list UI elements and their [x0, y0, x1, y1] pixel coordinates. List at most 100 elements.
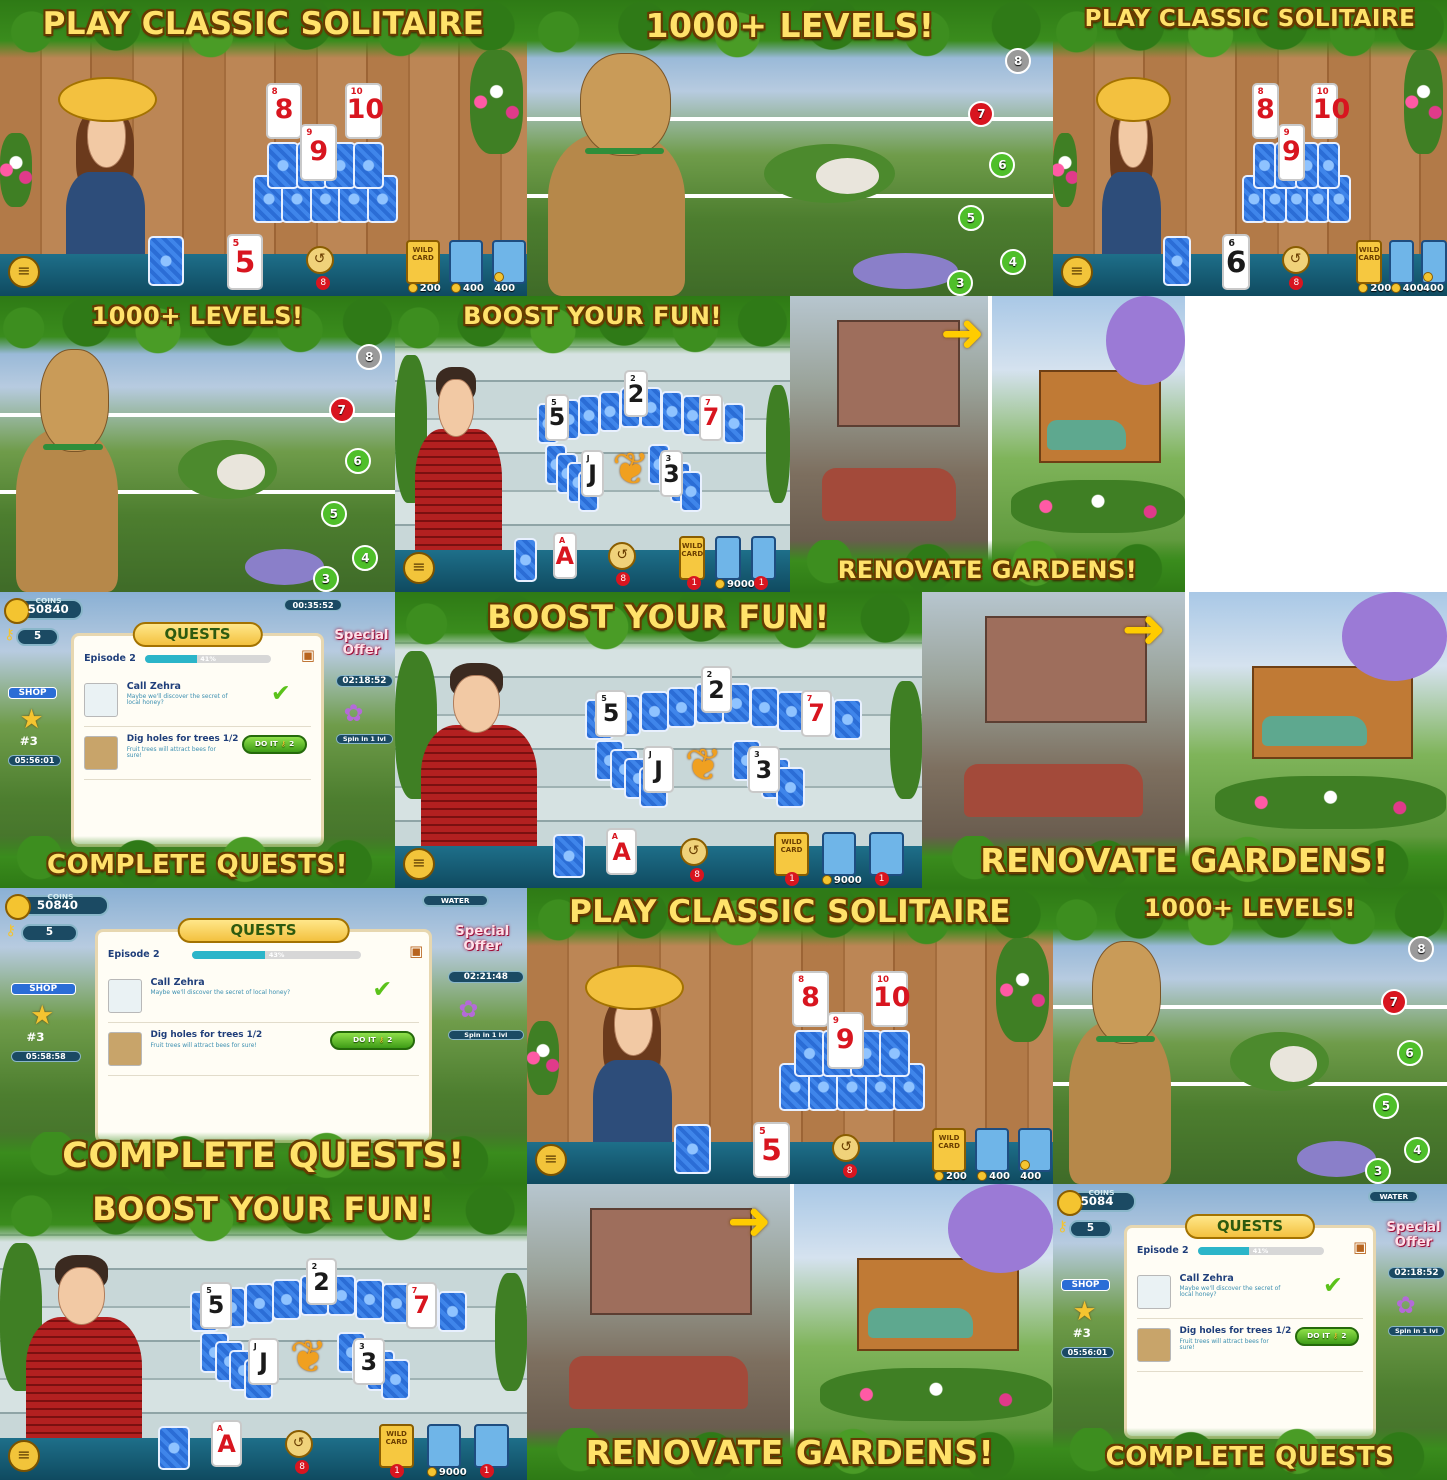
tool-booster[interactable] — [869, 831, 904, 876]
card-8-diamonds: 88 — [792, 970, 829, 1028]
banner-title: RENOVATE GARDENS! — [837, 556, 1138, 584]
arc-card: 22 — [305, 1258, 338, 1306]
level-node[interactable]: 7 — [328, 397, 355, 424]
menu-button[interactable]: ≡ — [403, 848, 435, 880]
level-node[interactable]: 5 — [957, 205, 984, 232]
card-8-diamonds: 88 — [1251, 82, 1280, 140]
level-node[interactable]: 6 — [1396, 1039, 1423, 1066]
tool-booster[interactable] — [714, 535, 741, 580]
wild-card-booster[interactable]: WILD CARD — [774, 831, 809, 876]
price-value: 200 — [419, 283, 441, 294]
banner-title: RENOVATE GARDENS! — [980, 841, 1389, 880]
draw-pile-card[interactable]: AA — [210, 1420, 243, 1468]
chest-icon: ▣ — [409, 943, 424, 961]
shovel-icon — [107, 1032, 142, 1067]
booster-count-badge: 1 — [479, 1464, 494, 1478]
do-it-label: DO IT — [352, 1035, 376, 1045]
tool-booster[interactable] — [821, 831, 857, 876]
sun-hat — [57, 76, 157, 123]
draw-pile-card[interactable]: 66 — [1222, 234, 1250, 291]
shovel-booster[interactable] — [449, 239, 484, 284]
quests-title: QUESTS — [132, 621, 263, 647]
quest-description: Maybe we'll discover the secret of local… — [150, 989, 291, 996]
boost-promo-tile: 5 5 2 2 7 7 J J 3 3 ❦ ≡ A A ↺ 8 WILD CARD 1 9000 1 BOOST YOU… — [395, 592, 922, 888]
level-node[interactable]: 6 — [344, 447, 371, 474]
draw-pile-card[interactable]: 55 — [226, 234, 264, 291]
undo-count-badge: 8 — [842, 1164, 857, 1178]
level-node[interactable]: 6 — [989, 151, 1016, 178]
draw-pile-card[interactable]: AA — [553, 532, 577, 580]
menu-button[interactable]: ≡ — [1061, 256, 1093, 288]
menu-button[interactable]: ≡ — [403, 552, 435, 584]
tool-booster[interactable] — [750, 535, 777, 580]
undo-button[interactable]: ↺ — [832, 1134, 861, 1162]
gazebo — [217, 454, 265, 490]
level-node[interactable]: 3 — [1365, 1158, 1392, 1184]
quest-title: Dig holes for trees 1/2 — [150, 1030, 263, 1041]
episode-label: Episode 2 — [1136, 1245, 1189, 1257]
level-node[interactable]: 3 — [312, 566, 339, 592]
arc-card: 22 — [700, 666, 733, 714]
middle-card: JJ — [247, 1337, 280, 1386]
star-icon: ★ — [1072, 1296, 1097, 1328]
card-rank: 10 — [346, 94, 385, 126]
price-value: 400 — [1422, 283, 1444, 294]
quest-row: Dig holes for trees 1/2 Fruit trees will … — [107, 1028, 420, 1077]
do-it-count: 2 — [1341, 1331, 1347, 1341]
shovel-booster[interactable] — [975, 1127, 1010, 1172]
undo-button[interactable]: ↺ — [679, 838, 708, 866]
banner-title: PLAY CLASSIC SOLITAIRE — [569, 894, 1011, 930]
coin-icon — [1390, 283, 1401, 293]
card-rank: 8 — [1255, 94, 1275, 126]
card-rank: 9 — [1281, 135, 1301, 167]
draw-pile-card[interactable]: 55 — [753, 1122, 790, 1179]
do-it-button[interactable]: DO IT ⚷ 2 — [242, 735, 307, 755]
tool-booster[interactable] — [474, 1423, 509, 1468]
jacaranda-tree — [947, 1184, 1053, 1273]
chat-icon — [84, 683, 119, 717]
menu-button[interactable]: ≡ — [535, 1144, 567, 1176]
menu-button[interactable]: ≡ — [8, 256, 40, 288]
card-back — [513, 538, 538, 583]
restored-truck — [1046, 420, 1126, 450]
boost-promo-tile: 5 5 2 2 7 7 J J 3 3 ❦ ≡ A A ↺ 8 WILD CARD 1 9000 1 BOOST YOU… — [0, 1184, 527, 1480]
dog-collar — [1096, 1036, 1156, 1042]
wild-card-booster[interactable]: WILD CARD — [379, 1423, 414, 1468]
wild-card-booster[interactable]: WILD CARD — [932, 1127, 967, 1172]
wild-card-booster[interactable]: WILD CARD — [405, 239, 441, 284]
card-rank: 2 — [627, 379, 645, 408]
arc-card: 22 — [624, 370, 648, 418]
gazebo — [1269, 1046, 1317, 1082]
jacaranda-tree — [1342, 592, 1447, 681]
quest-title: Call Zehra — [1179, 1273, 1234, 1285]
level-node[interactable]: 5 — [320, 501, 347, 528]
rusty-truck — [821, 467, 956, 521]
shovel-booster[interactable] — [1388, 239, 1415, 284]
do-it-button[interactable]: DO IT ⚷ 2 — [1294, 1327, 1360, 1347]
shop-button[interactable]: SHOP — [10, 982, 76, 995]
undo-button[interactable]: ↺ — [1281, 246, 1310, 274]
check-icon: ✔ — [372, 975, 393, 1004]
card-back — [352, 142, 385, 190]
do-it-button[interactable]: DO IT ⚷ 2 — [330, 1031, 416, 1051]
card-back — [354, 1278, 384, 1321]
quest-row: Call Zehra Maybe we'll discover the secre… — [107, 975, 420, 1023]
shop-button[interactable]: SHOP — [7, 686, 58, 699]
wild-card-booster[interactable]: WILD CARD — [679, 535, 706, 580]
menu-button[interactable]: ≡ — [8, 1440, 40, 1472]
card-10-diamonds: 10 10 — [344, 82, 385, 140]
quest-description: Maybe we'll discover the secret of local… — [126, 693, 228, 706]
solitaire-promo-tile: 8 8 9 9 10 10 ≡ 6 6 ↺ 8 WILD CARD 200 400 400 PLAY CLAS… — [1053, 0, 1447, 296]
card-rank: 5 — [602, 699, 620, 728]
level-node[interactable]: 5 — [1372, 1093, 1399, 1120]
dog-collar — [43, 444, 103, 450]
undo-button[interactable]: ↺ — [284, 1430, 313, 1458]
wild-card-booster[interactable]: WILD CARD — [1356, 239, 1382, 284]
tool-booster[interactable] — [426, 1423, 462, 1468]
draw-pile-card[interactable]: AA — [605, 828, 638, 876]
coin-icon — [5, 893, 32, 920]
undo-button[interactable]: ↺ — [305, 246, 334, 274]
shop-button[interactable]: SHOP — [1060, 1278, 1111, 1291]
key-icon: ⚷ — [3, 626, 15, 644]
do-it-label: DO IT — [254, 739, 278, 749]
